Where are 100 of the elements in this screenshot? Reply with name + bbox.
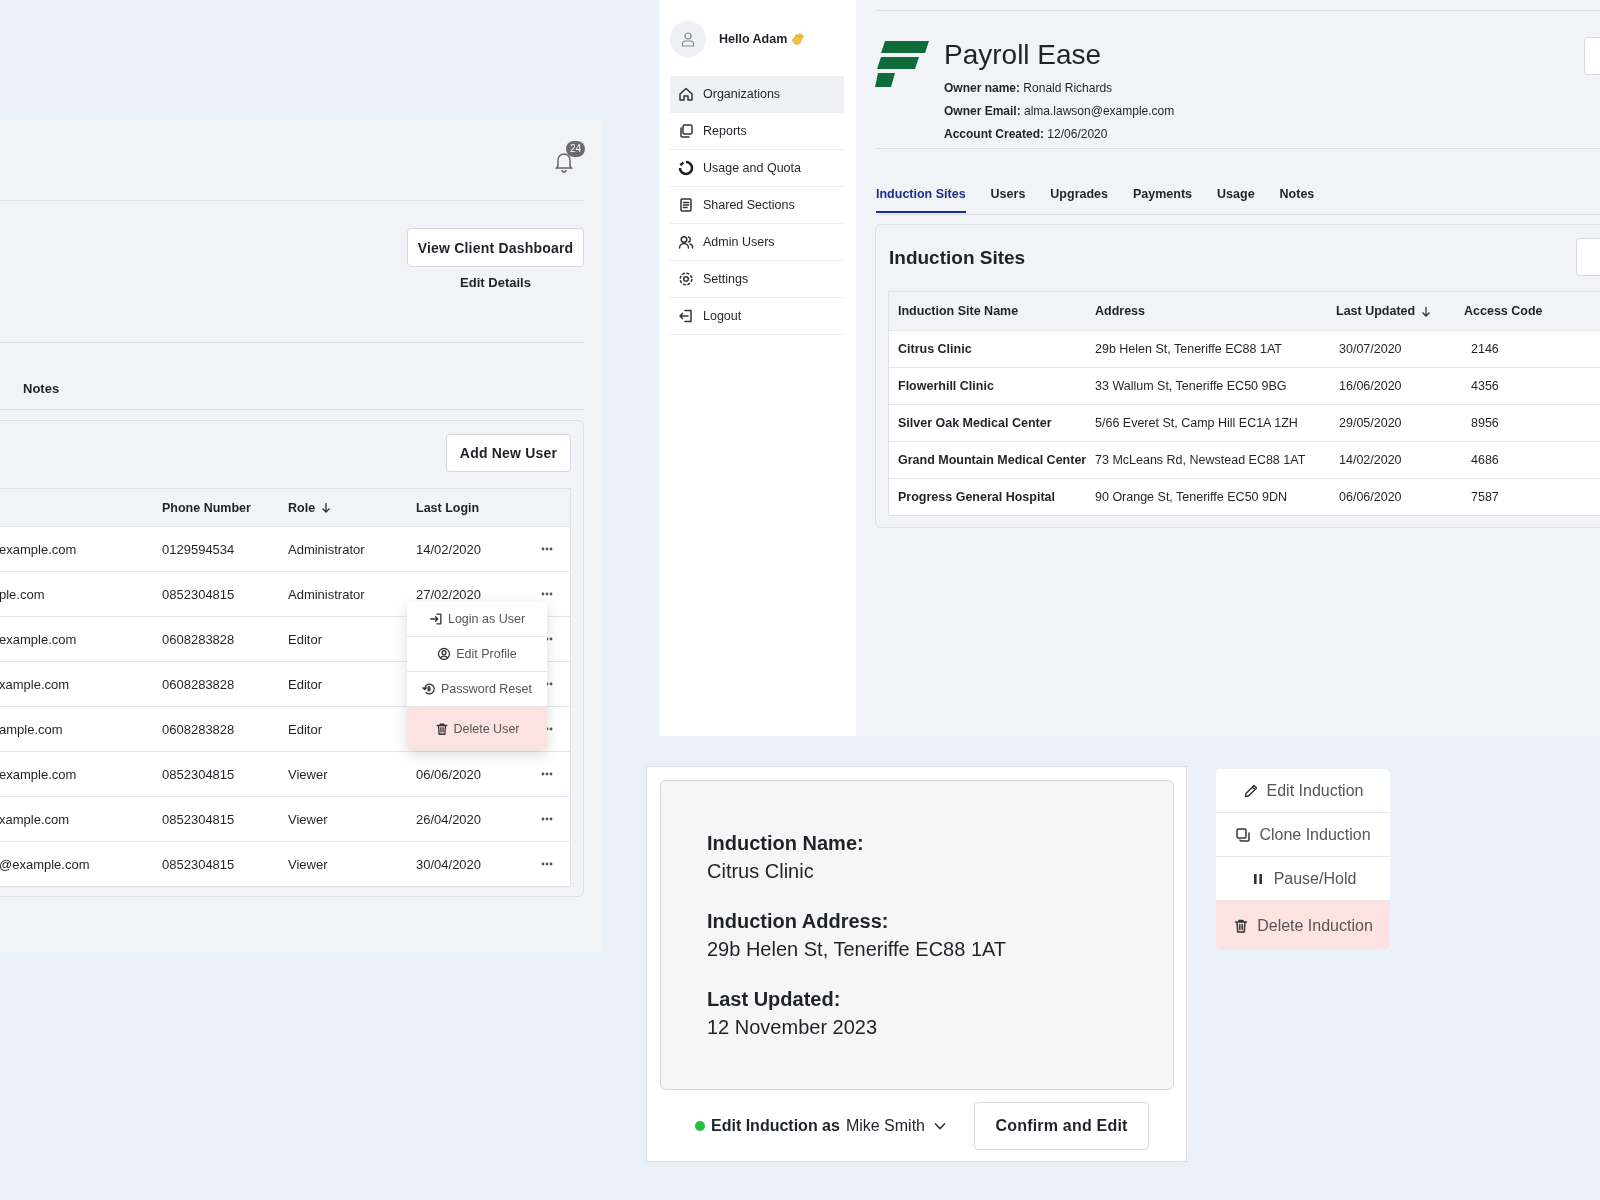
tab[interactable]: Usage (1217, 187, 1255, 213)
ring-chart-icon (678, 160, 694, 176)
menu-item[interactable]: Login as User (407, 602, 547, 637)
settings-icon (678, 271, 694, 287)
pencil-icon (1242, 782, 1259, 799)
table-cell-text: ple.com (0, 586, 46, 602)
table-cell-text: 0608283828 (161, 631, 236, 647)
notification-badge: 24 (566, 141, 586, 157)
table-cell-text: 26/04/2020 (416, 811, 483, 827)
table-cell-text: 33 Wallum St, Teneriffe EC50 9BG (1095, 379, 1288, 393)
organization-name: Payroll Ease (944, 39, 1103, 71)
table-cell-text: 29/05/2020 (1338, 416, 1403, 430)
table-cell-text: ample.com (0, 721, 64, 737)
table-cell-text: 16/06/2020 (1338, 379, 1403, 393)
table-cell-text: Progress General Hospital (898, 490, 1056, 504)
table-cell-text: 0608283828 (161, 676, 236, 692)
table-cell-text: example.com (0, 541, 78, 557)
more-options-icon[interactable] (541, 772, 553, 776)
edit-as-label: Edit Induction as (711, 1117, 840, 1135)
table-cell-text: 0852304815 (161, 811, 236, 827)
pages-icon (678, 123, 694, 139)
table-cell-text: Administrator (288, 541, 366, 557)
waving-hand-icon (791, 32, 806, 46)
table-cell-text: 30/07/2020 (1338, 342, 1403, 356)
profile-icon (437, 647, 452, 661)
avatar (670, 21, 706, 57)
tab[interactable]: Notes (1279, 187, 1315, 213)
column-header[interactable]: Induction Site Name (898, 304, 1019, 318)
table-cell-text: Editor (288, 631, 323, 647)
table-cell-text: 29b Helen St, Teneriffe EC88 1AT (1095, 342, 1283, 356)
tab[interactable]: Notes (23, 381, 60, 398)
more-options-icon[interactable] (541, 547, 553, 551)
add-user-button[interactable]: Add New User (446, 434, 571, 472)
chevron-down-icon (934, 1122, 946, 1130)
menu-item[interactable]: Edit Induction (1216, 769, 1390, 813)
table-cell-text: 14/02/2020 (1338, 453, 1403, 467)
bell-icon (554, 151, 574, 173)
menu-item[interactable]: Delete User (407, 707, 547, 750)
menu-item[interactable]: Delete Induction (1216, 901, 1390, 950)
field-value: 12 November 2023 (707, 1015, 879, 1040)
more-options-icon[interactable] (541, 862, 553, 866)
table-cell-text: 0852304815 (161, 586, 236, 602)
table-cell-text: 0852304815 (161, 856, 236, 872)
table-cell-text: 5/66 Everet St, Camp Hill EC1A 1ZH (1095, 416, 1299, 430)
home-icon (678, 86, 694, 102)
table-cell-text: Grand Mountain Medical Center (898, 453, 1088, 467)
column-header[interactable]: Last Updated (1336, 304, 1416, 318)
table-cell-text: 06/06/2020 (1338, 490, 1403, 504)
trash-icon (434, 721, 449, 736)
table-cell-text: 0852304815 (161, 766, 236, 782)
logout-icon (678, 308, 694, 324)
table-cell-text: 8956 (1470, 416, 1500, 430)
table-cell-text: Citrus Clinic (898, 342, 973, 356)
table-cell-text: Viewer (288, 811, 329, 827)
table-cell-text: 4356 (1470, 379, 1500, 393)
table-cell-text: xample.com (0, 811, 71, 827)
table-cell-text: Viewer (288, 856, 329, 872)
table-cell-text: Silver Oak Medical Center (898, 416, 1053, 430)
login-icon (428, 612, 443, 626)
table-cell-text: Administrator (288, 586, 366, 602)
greeting: Hello Adam (719, 32, 788, 46)
owner-detail: Owner name: Ronald Richards (944, 80, 1114, 97)
table-cell-text: Viewer (288, 766, 329, 782)
column-header[interactable]: Address (1095, 304, 1146, 318)
menu-item[interactable]: Edit Profile (407, 637, 547, 672)
more-options-icon[interactable] (541, 817, 553, 821)
column-header[interactable]: Phone Number (162, 500, 251, 515)
table-cell-text: xample.com (0, 676, 71, 692)
field-value: Citrus Clinic (707, 859, 815, 884)
menu-item[interactable]: Password Reset (407, 672, 547, 707)
edit-details-link[interactable]: Edit Details (460, 275, 531, 290)
tab[interactable]: Users (990, 187, 1026, 213)
tab[interactable]: Payments (1133, 187, 1193, 213)
confirm-button[interactable]: Confirm and Edit (974, 1102, 1149, 1150)
table-cell-text: 0129594534 (161, 541, 236, 557)
column-header[interactable]: Role (288, 500, 316, 515)
table-cell-text: 4686 (1470, 453, 1500, 467)
password-reset-icon (422, 682, 436, 696)
column-header[interactable]: Last Login (416, 500, 480, 515)
table-cell-text: 30/04/2020 (416, 856, 483, 872)
field-value: 29b Helen St, Teneriffe EC88 1AT (707, 937, 1008, 962)
table-cell-text: 2146 (1470, 342, 1500, 356)
document-icon (678, 197, 694, 213)
field-label: Induction Name: (707, 831, 865, 856)
table-cell-text: 0608283828 (161, 721, 236, 737)
users-icon (678, 234, 694, 250)
user-dropdown[interactable]: Mike Smith (845, 1117, 946, 1135)
table-cell-text: example.com (0, 631, 78, 647)
column-header[interactable]: Access Code (1464, 304, 1543, 318)
table-cell-text: Editor (288, 721, 323, 737)
tab[interactable]: Induction Sites (876, 187, 966, 213)
table-cell-text: Flowerhill Clinic (898, 379, 995, 393)
view-dashboard-button[interactable]: View Client Dashboard (407, 228, 584, 267)
field-label: Last Updated: (707, 987, 842, 1012)
sidebar-item[interactable]: Organizations (670, 76, 844, 113)
owner-detail: Owner Email: alma.lawson@example.com (944, 103, 1175, 120)
table-cell-text: 7587 (1470, 490, 1500, 504)
table-cell-text: @example.com (0, 856, 91, 872)
tab[interactable]: Upgrades (1050, 187, 1108, 213)
more-options-icon[interactable] (541, 592, 553, 596)
